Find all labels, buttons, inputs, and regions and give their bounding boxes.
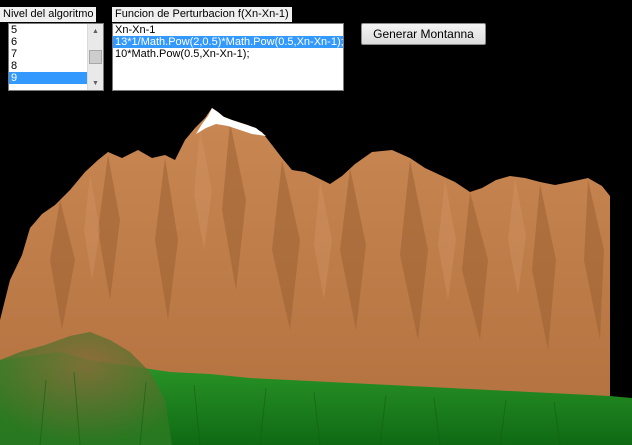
perturbation-listbox[interactable]: Xn-Xn-1 13*1/Math.Pow(2,0.5)*Math.Pow(0.… [112, 23, 344, 91]
list-item[interactable]: 10*Math.Pow(0.5,Xn-Xn-1); [113, 48, 343, 60]
level-scrollbar[interactable]: ▲ ▼ [87, 24, 103, 90]
scroll-thumb[interactable] [89, 50, 102, 64]
level-listbox[interactable]: 5 6 7 8 9 ▲ ▼ [8, 23, 104, 91]
list-item-selected[interactable]: 9 [9, 72, 87, 84]
generate-mountain-button[interactable]: Generar Montanna [361, 23, 486, 45]
list-item-selected[interactable]: 13*1/Math.Pow(2,0.5)*Math.Pow(0.5,Xn-Xn-… [113, 36, 343, 48]
scroll-down-icon[interactable]: ▼ [88, 76, 103, 90]
perturbation-group-title: Funcion de Perturbacion f(Xn-Xn-1) [112, 7, 292, 22]
scroll-up-icon[interactable]: ▲ [88, 24, 103, 38]
list-item[interactable]: Xn-Xn-1 [113, 24, 343, 36]
level-group-title: Nivel del algoritmo [0, 7, 97, 22]
